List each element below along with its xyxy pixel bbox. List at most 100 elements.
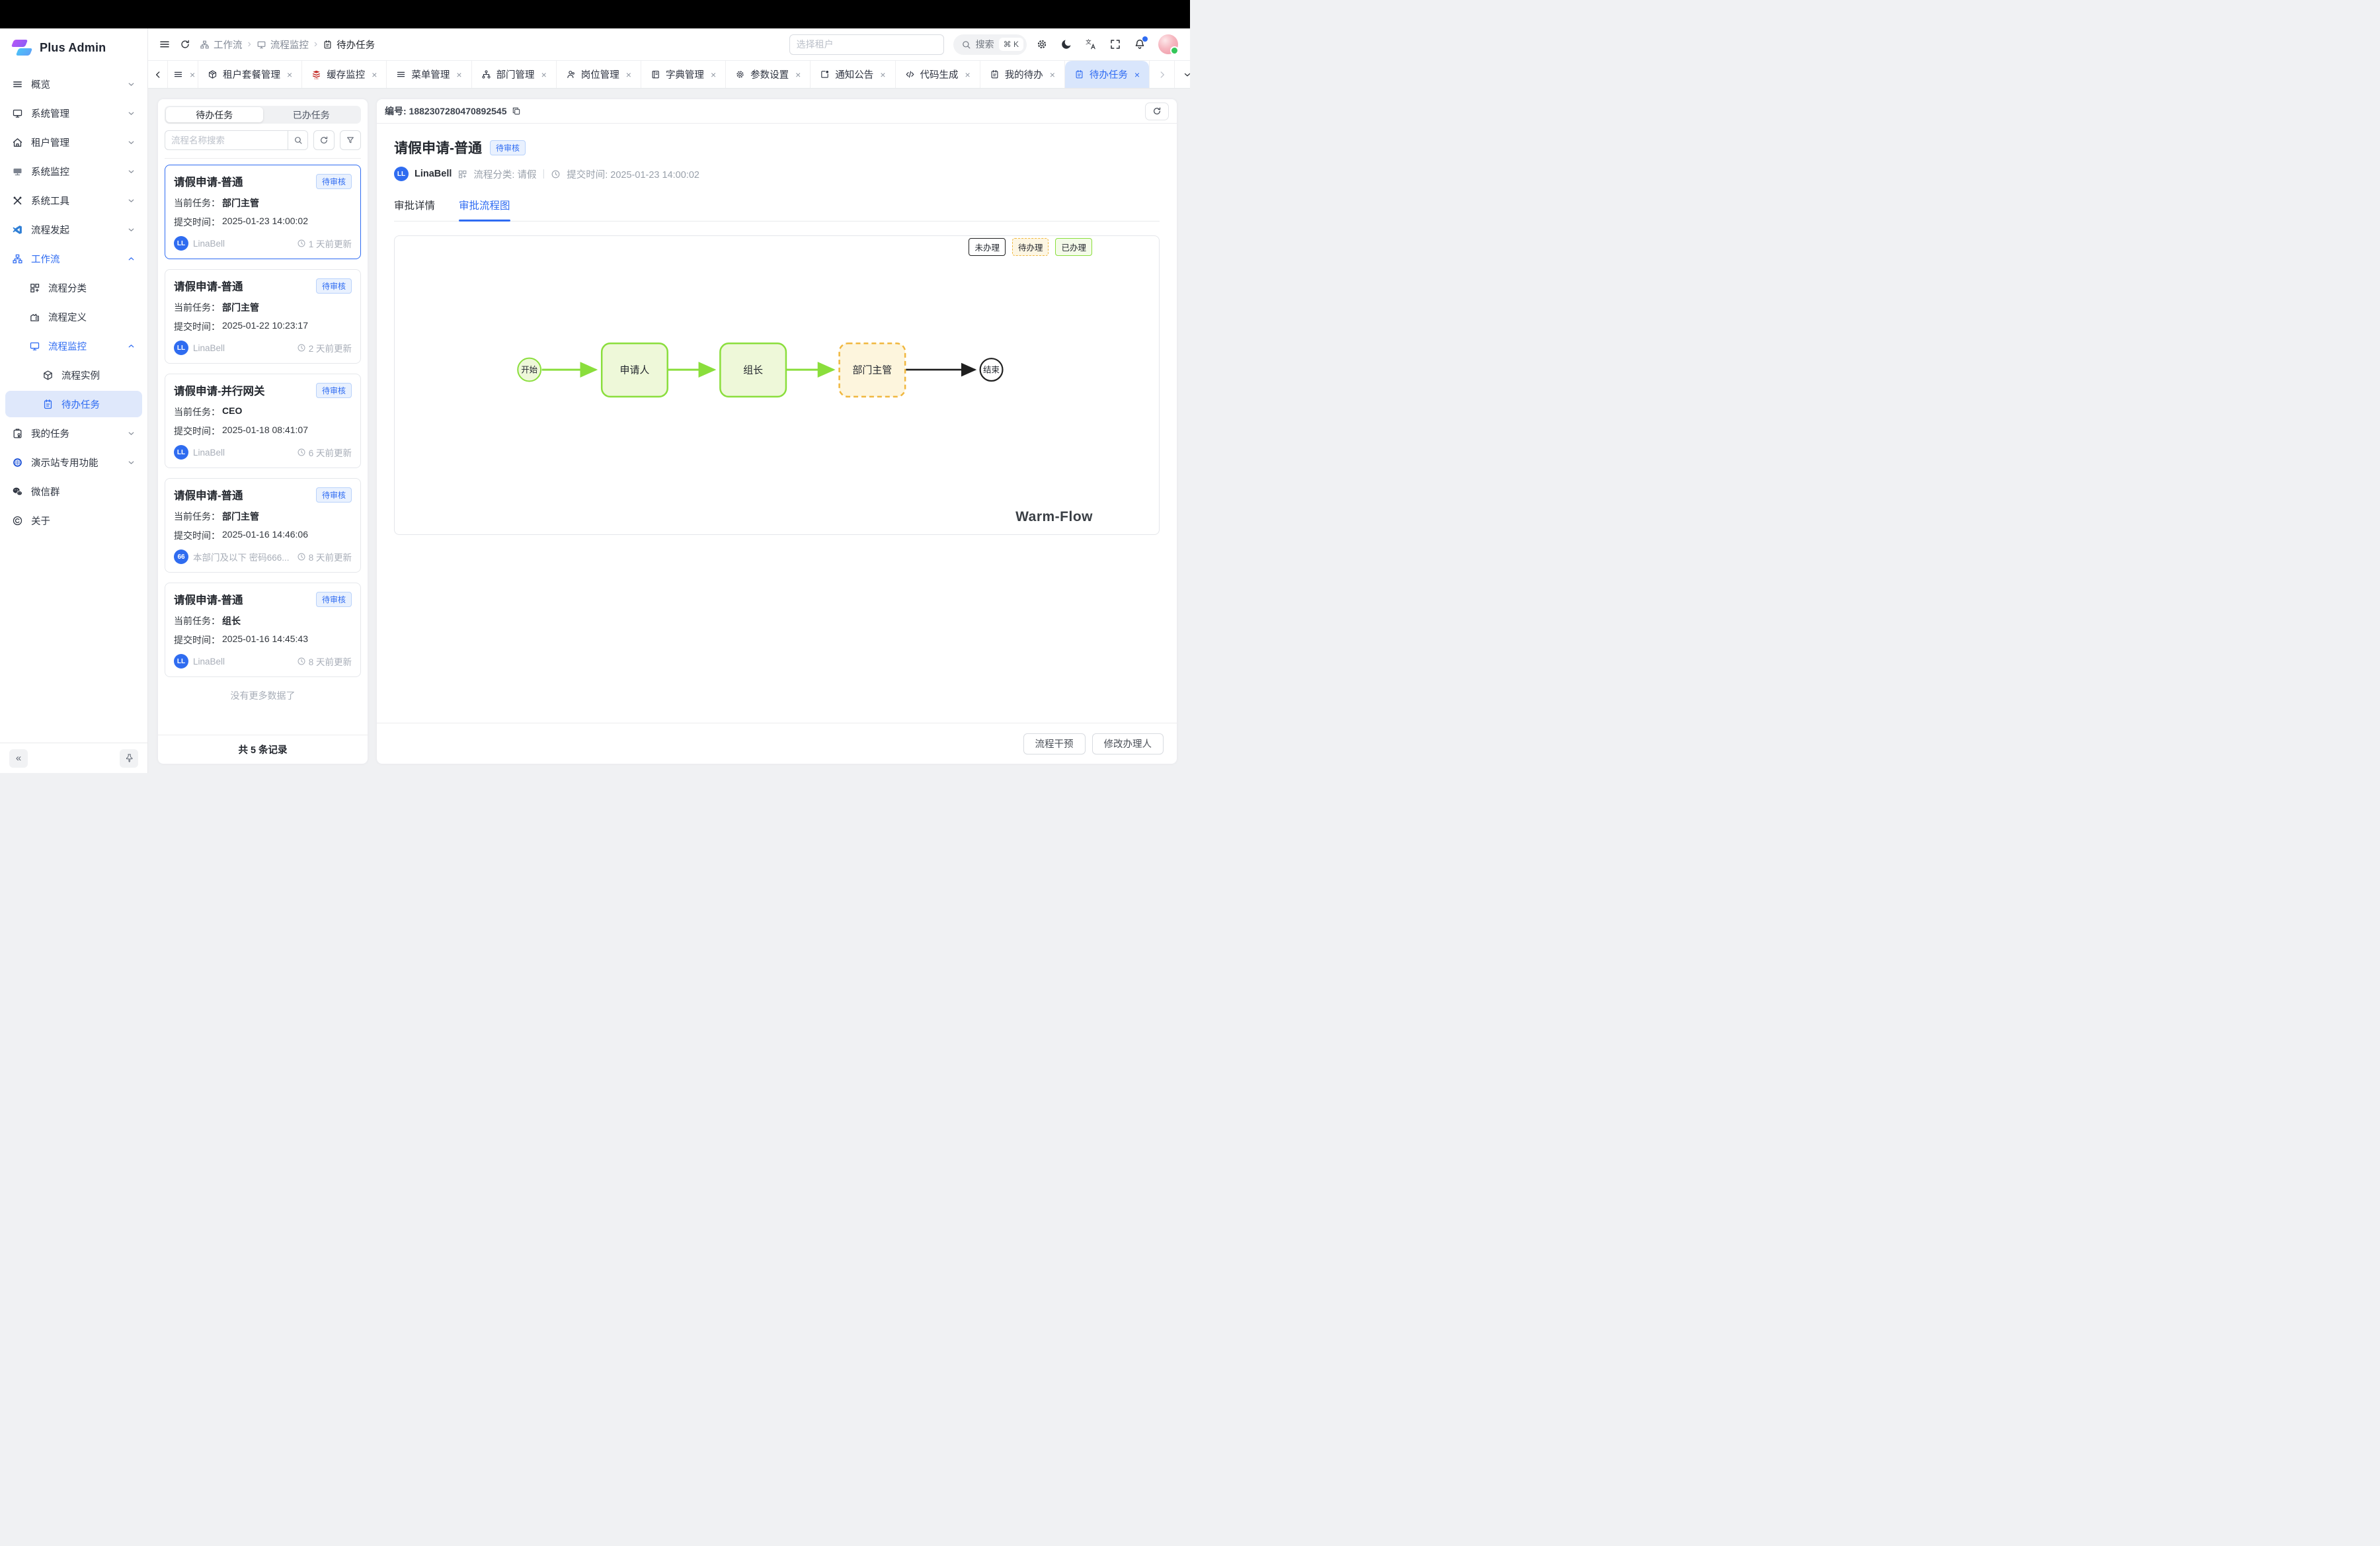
close-icon[interactable]: ×	[626, 70, 631, 79]
gear-icon[interactable]	[1036, 38, 1048, 50]
dark-mode-moon-icon[interactable]	[1060, 38, 1072, 50]
tab-code-gen[interactable]: 代码生成 ×	[896, 61, 980, 88]
segment-done-tasks[interactable]: 已办任务	[263, 107, 360, 122]
sidebar-item-wechat-group[interactable]: 微信群	[5, 478, 142, 505]
time-label: 提交时间：	[174, 320, 220, 333]
breadcrumb-process-monitor[interactable]: 流程监控	[257, 38, 309, 52]
todo-note-icon	[990, 69, 1000, 79]
sidebar-item-process-launch[interactable]: 流程发起	[5, 216, 142, 243]
pin-sidebar-button[interactable]	[120, 749, 138, 768]
monitor-icon	[29, 341, 40, 352]
close-icon[interactable]: ×	[541, 70, 547, 79]
sidebar-item-process-definition[interactable]: 流程定义	[5, 304, 142, 330]
updated-text: 1 天前更新	[309, 237, 352, 250]
tab-menu-mgmt[interactable]: 菜单管理 ×	[387, 61, 471, 88]
notifications-bell[interactable]	[1134, 38, 1146, 50]
task-card[interactable]: 请假申请-普通 待审核 当前任务：组长 提交时间：2025-01-16 14:4…	[165, 583, 361, 677]
time-label: 提交时间：	[174, 529, 220, 542]
hamburger-menu-button[interactable]	[159, 38, 171, 50]
reset-search-button[interactable]	[313, 130, 335, 150]
sidebar-item-process-category[interactable]: 流程分类	[5, 274, 142, 301]
filter-button[interactable]	[340, 130, 361, 150]
close-icon[interactable]: ×	[1050, 70, 1055, 79]
task-card[interactable]: 请假申请-普通 待审核 当前任务：部门主管 提交时间：2025-01-23 14…	[165, 165, 361, 259]
process-intervene-button[interactable]: 流程干预	[1023, 733, 1086, 754]
segment-todo-tasks[interactable]: 待办任务	[166, 107, 263, 122]
close-icon[interactable]: ×	[190, 70, 195, 79]
user-name: LinaBell	[193, 448, 297, 458]
sidebar-item-label: 我的任务	[31, 427, 69, 440]
close-icon[interactable]: ×	[372, 70, 377, 79]
sidebar-item-system-mgmt[interactable]: 系统管理	[5, 100, 142, 126]
tabs-scroll-right-button[interactable]	[1149, 61, 1174, 88]
org-chart-icon	[200, 40, 210, 50]
search-shortcut: ⌘ K	[999, 38, 1023, 51]
global-search-button[interactable]: 搜索 ⌘ K	[953, 34, 1027, 55]
sidebar-item-workflow[interactable]: 工作流	[5, 245, 142, 272]
sidebar: Plus Admin 概览 系统管理 租户管理	[0, 28, 148, 773]
task-card[interactable]: 请假申请-并行网关 待审核 当前任务：CEO 提交时间：2025-01-18 0…	[165, 374, 361, 468]
sidebar-item-overview[interactable]: 概览	[5, 71, 142, 97]
tenant-select-input[interactable]	[789, 34, 944, 55]
task-card[interactable]: 请假申请-普通 待审核 当前任务：部门主管 提交时间：2025-01-22 10…	[165, 269, 361, 364]
tools-icon	[12, 195, 23, 206]
sidebar-item-demo-features[interactable]: 演示站专用功能	[5, 449, 142, 475]
todo-note-icon	[323, 40, 333, 50]
close-icon[interactable]: ×	[1134, 70, 1140, 79]
tab-department-mgmt[interactable]: 部门管理 ×	[472, 61, 557, 88]
sidebar-item-system-monitor[interactable]: 系统监控	[5, 158, 142, 184]
collapse-sidebar-button[interactable]: «	[9, 749, 28, 768]
copy-icon[interactable]	[512, 106, 521, 116]
flow-node-label: 申请人	[620, 365, 650, 376]
sidebar-item-system-tools[interactable]: 系统工具	[5, 187, 142, 214]
tabs-dropdown-button[interactable]	[1174, 61, 1190, 88]
tab-cache-monitor[interactable]: 缓存监控 ×	[302, 61, 387, 88]
segment-label: 待办任务	[196, 108, 233, 122]
tab-dictionary-mgmt[interactable]: 字典管理 ×	[641, 61, 726, 88]
clock-icon	[297, 343, 306, 352]
sidebar-item-my-tasks[interactable]: 我的任务	[5, 420, 142, 446]
tab-todo-tasks[interactable]: 待办任务 ×	[1065, 61, 1149, 88]
close-icon[interactable]: ×	[965, 70, 971, 79]
sidebar-item-todo-tasks[interactable]: 待办任务	[5, 391, 142, 417]
top-header: 工作流 › 流程监控 › 待办任务	[148, 28, 1190, 61]
user-avatar[interactable]	[1158, 34, 1178, 54]
tabs-scroll-left-button[interactable]	[148, 61, 168, 88]
close-icon[interactable]: ×	[287, 70, 292, 79]
tab-param-settings[interactable]: 参数设置 ×	[726, 61, 811, 88]
close-icon[interactable]: ×	[795, 70, 801, 79]
tab-approval-detail[interactable]: 审批详情	[394, 198, 435, 221]
status-badge: 待审核	[316, 278, 352, 294]
close-icon[interactable]: ×	[880, 70, 885, 79]
close-icon[interactable]: ×	[456, 70, 461, 79]
tab-tenant-package[interactable]: 租户套餐管理 ×	[198, 61, 302, 88]
tab-partial[interactable]: ×	[168, 61, 198, 88]
task-card-list: 请假申请-普通 待审核 当前任务：部门主管 提交时间：2025-01-23 14…	[158, 159, 368, 735]
breadcrumb-workflow[interactable]: 工作流	[200, 38, 243, 52]
tab-approval-flowchart[interactable]: 审批流程图	[459, 198, 510, 221]
sidebar-item-process-instance[interactable]: 流程实例	[5, 362, 142, 388]
refresh-icon	[180, 39, 190, 50]
fullscreen-icon[interactable]	[1109, 38, 1121, 50]
refresh-page-button[interactable]	[180, 39, 190, 50]
breadcrumb-todo-tasks[interactable]: 待办任务	[323, 38, 375, 52]
announcement-icon	[820, 69, 830, 79]
tab-announcements[interactable]: 通知公告 ×	[811, 61, 895, 88]
translate-icon[interactable]	[1085, 38, 1097, 50]
status-badge: 待审核	[490, 140, 526, 155]
sidebar-item-about[interactable]: 关于	[5, 507, 142, 534]
sidebar-item-process-monitor[interactable]: 流程监控	[5, 333, 142, 359]
search-submit-button[interactable]	[288, 131, 307, 149]
flowchart-canvas[interactable]: 未办理 待办理 已办理	[394, 235, 1160, 535]
task-card[interactable]: 请假申请-普通 待审核 当前任务：部门主管 提交时间：2025-01-16 14…	[165, 478, 361, 573]
refresh-detail-button[interactable]	[1145, 102, 1169, 120]
close-icon[interactable]: ×	[711, 70, 716, 79]
breadcrumb-separator: ›	[314, 38, 317, 50]
change-assignee-button[interactable]: 修改办理人	[1092, 733, 1164, 754]
app-logo[interactable]: Plus Admin	[0, 28, 147, 67]
tab-post-mgmt[interactable]: 岗位管理 ×	[557, 61, 641, 88]
tab-my-todo[interactable]: 我的待办 ×	[980, 61, 1065, 88]
menu-lines-icon	[12, 79, 23, 90]
sidebar-item-tenant-mgmt[interactable]: 租户管理	[5, 129, 142, 155]
process-name-search-input[interactable]	[165, 136, 288, 145]
